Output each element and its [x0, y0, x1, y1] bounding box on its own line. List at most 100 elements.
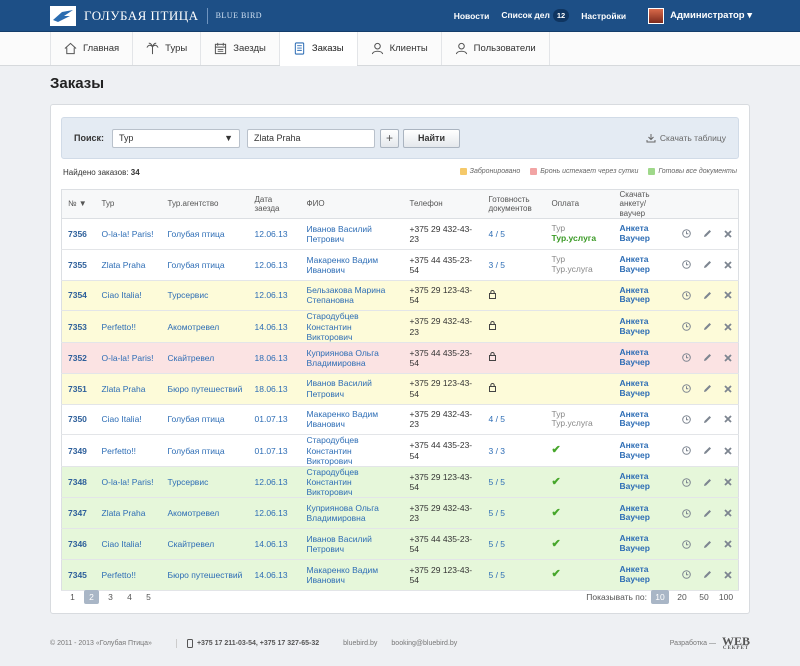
tour-link[interactable]: Zlata Praha [102, 384, 146, 394]
voucher-download-link[interactable]: Ваучер [620, 326, 670, 337]
history-icon[interactable] [681, 229, 691, 239]
tab-tours[interactable]: Туры [132, 32, 200, 65]
delete-icon[interactable] [723, 446, 732, 455]
agency-link[interactable]: Скайтревел [168, 539, 215, 549]
find-button[interactable]: Найти [403, 128, 460, 148]
news-link[interactable]: Новости [454, 11, 490, 21]
page-1-button[interactable]: 1 [65, 590, 80, 604]
agency-link[interactable]: Голубая птица [168, 260, 225, 270]
order-number[interactable]: 7356 [68, 229, 87, 239]
tour-link[interactable]: Ciao Italia! [102, 539, 142, 549]
agency-link[interactable]: Скайтревел [168, 353, 215, 363]
page-3-button[interactable]: 3 [103, 590, 118, 604]
order-number[interactable]: 7346 [68, 539, 87, 549]
edit-icon[interactable] [703, 291, 712, 300]
logo[interactable]: ГОЛУБАЯ ПТИЦА BLUE BIRD [50, 5, 262, 26]
page-4-button[interactable]: 4 [122, 590, 137, 604]
settings-link[interactable]: Настройки [581, 11, 626, 21]
client-name[interactable]: Стародубцев Константин Викторович [307, 435, 359, 465]
client-name[interactable]: Стародубцев Константин Викторович [307, 467, 359, 497]
agency-link[interactable]: Турсервис [168, 477, 209, 487]
client-name[interactable]: Куприянова Ольга Владимировна [307, 348, 379, 368]
agency-link[interactable]: Бюро путешествий [168, 384, 243, 394]
download-table-link[interactable]: Скачать таблицу [646, 133, 726, 143]
order-number[interactable]: 7352 [68, 353, 87, 363]
order-number[interactable]: 7351 [68, 384, 87, 394]
tab-orders[interactable]: Заказы [278, 32, 357, 66]
agency-link[interactable]: Голубая птица [168, 229, 225, 239]
add-filter-button[interactable]: + [380, 128, 400, 148]
history-icon[interactable] [681, 384, 691, 393]
user-menu[interactable]: Администратор ▾ [648, 7, 752, 24]
page-2-button[interactable]: 2 [84, 590, 99, 604]
voucher-download-link[interactable]: Ваучер [620, 295, 670, 305]
history-icon[interactable] [681, 446, 691, 455]
history-icon[interactable] [681, 570, 691, 580]
delete-icon[interactable] [723, 509, 732, 517]
voucher-download-link[interactable]: Ваучер [620, 574, 670, 585]
per-page-20-option[interactable]: 20 [673, 590, 691, 604]
history-icon[interactable] [681, 509, 691, 518]
edit-icon[interactable] [703, 570, 712, 579]
tasks-link[interactable]: Список дел 12 [501, 9, 570, 22]
order-number[interactable]: 7348 [68, 477, 87, 487]
order-number[interactable]: 7355 [68, 260, 87, 270]
agency-link[interactable]: Бюро путешествий [168, 570, 243, 580]
client-name[interactable]: Иванов Василий Петрович [307, 224, 372, 244]
voucher-download-link[interactable]: Ваучер [620, 264, 670, 275]
voucher-download-link[interactable]: Ваучер [620, 357, 670, 368]
history-icon[interactable] [681, 477, 691, 487]
tour-link[interactable]: O-la-la! Paris! [102, 353, 154, 363]
edit-icon[interactable] [703, 446, 712, 455]
history-icon[interactable] [681, 539, 691, 549]
client-name[interactable]: Стародубцев Константин Викторович [307, 311, 359, 341]
delete-icon[interactable] [723, 540, 732, 548]
client-name[interactable]: Бельзакова Марина Степановна [307, 285, 386, 305]
col-phone[interactable]: Телефон [403, 189, 483, 219]
col-tour[interactable]: Тур [95, 189, 162, 219]
voucher-download-link[interactable]: Ваучер [620, 419, 670, 429]
delete-icon[interactable] [723, 354, 732, 362]
per-page-100-option[interactable]: 100 [717, 590, 735, 604]
voucher-download-link[interactable]: Ваучер [620, 513, 670, 523]
history-icon[interactable] [681, 260, 691, 269]
delete-icon[interactable] [723, 261, 732, 269]
delete-icon[interactable] [723, 291, 732, 300]
client-name[interactable]: Иванов Василий Петрович [307, 378, 372, 398]
order-number[interactable]: 7350 [68, 414, 87, 424]
delete-icon[interactable] [723, 385, 732, 393]
agency-link[interactable]: Акомотревел [168, 508, 220, 518]
order-number[interactable]: 7349 [68, 446, 87, 456]
edit-icon[interactable] [703, 509, 712, 518]
tour-link[interactable]: Ciao Italia! [102, 414, 142, 424]
delete-icon[interactable] [723, 230, 732, 238]
edit-icon[interactable] [703, 384, 712, 393]
delete-icon[interactable] [723, 478, 732, 486]
tour-link[interactable]: Zlata Praha [102, 260, 146, 270]
tour-link[interactable]: Perfetto!! [102, 446, 137, 456]
voucher-download-link[interactable]: Ваучер [620, 450, 670, 461]
order-number[interactable]: 7345 [68, 570, 87, 580]
tour-link[interactable]: O-la-la! Paris! [102, 229, 154, 239]
col-ready[interactable]: Готовность документов [482, 189, 546, 219]
voucher-download-link[interactable]: Ваучер [620, 543, 670, 554]
col-name[interactable]: ФИО [300, 189, 404, 219]
col-agency[interactable]: Тур.агентство [161, 189, 249, 219]
order-number[interactable]: 7347 [68, 508, 87, 518]
history-icon[interactable] [681, 322, 691, 331]
developer-logo[interactable]: WEB СЕКРЕТ [722, 635, 750, 651]
col-payment[interactable]: Оплата [545, 189, 614, 219]
agency-link[interactable]: Турсервис [168, 290, 209, 300]
agency-link[interactable]: Голубая птица [168, 446, 225, 456]
history-icon[interactable] [681, 353, 691, 363]
tour-link[interactable]: Perfetto!! [102, 570, 137, 580]
col-number[interactable]: № ▼ [61, 189, 96, 219]
tour-link[interactable]: Zlata Praha [102, 508, 146, 518]
search-type-select[interactable]: Тур ▼ [112, 128, 241, 148]
email-link[interactable]: booking@bluebird.by [391, 640, 457, 647]
voucher-download-link[interactable]: Ваучер [620, 233, 670, 244]
client-name[interactable]: Макаренко Вадим Иванович [307, 565, 379, 585]
delete-icon[interactable] [723, 415, 732, 424]
per-page-10-option[interactable]: 10 [651, 590, 669, 604]
per-page-50-option[interactable]: 50 [695, 590, 713, 604]
